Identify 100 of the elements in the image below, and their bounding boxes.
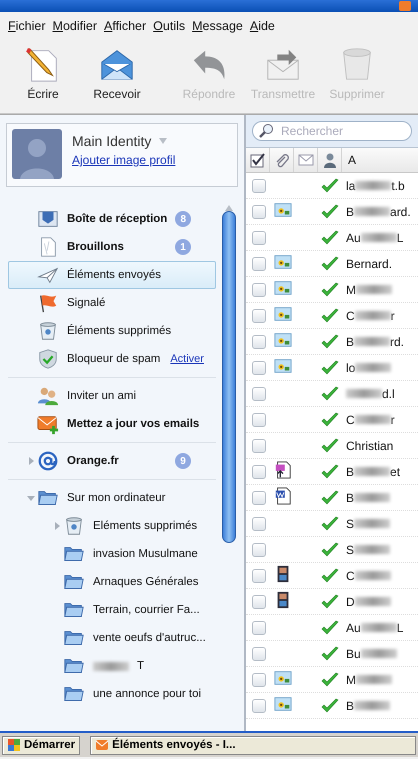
trash-icon — [63, 515, 85, 537]
folder-label: vente oeufs d'autruc... — [93, 632, 206, 644]
row-checkbox[interactable] — [252, 646, 266, 660]
menu-item[interactable]: Outils — [153, 19, 186, 33]
unread-count: 8 — [175, 211, 192, 227]
check-mark-icon — [321, 516, 339, 532]
dropdown-arrow-icon[interactable] — [159, 138, 168, 144]
check-mark-icon — [321, 672, 339, 688]
recipient-text: Bu — [346, 646, 361, 660]
row-checkbox[interactable] — [252, 282, 266, 296]
folder-item[interactable]: Orange.fr 9 — [8, 447, 216, 475]
folder-label: Éléments supprimés — [67, 325, 172, 337]
windows-logo-icon — [7, 738, 21, 752]
check-mark-icon — [321, 620, 339, 636]
row-checkbox[interactable] — [252, 256, 266, 270]
check-mark-icon — [321, 230, 339, 246]
row-checkbox[interactable] — [252, 230, 266, 244]
check-mark-icon — [321, 204, 339, 220]
recipient-text: S — [346, 542, 354, 556]
folder-item[interactable]: Terrain, courrier Fa... — [8, 596, 216, 624]
folder-label: Orange.fr — [67, 455, 119, 467]
collapse-arrow-icon[interactable] — [27, 494, 35, 502]
row-checkbox[interactable] — [252, 308, 266, 322]
envelope-plus-icon — [37, 413, 59, 435]
row-checkbox[interactable] — [252, 672, 266, 686]
taskbar-button[interactable]: Éléments envoyés - I... — [90, 736, 416, 754]
folder-item[interactable]: Arnaques Générales — [8, 568, 216, 596]
folder-item[interactable]: une annonce pour toi — [8, 680, 216, 708]
folder-item[interactable]: Éléments envoyés — [8, 261, 216, 289]
folder-item[interactable]: Mettez a jour vos emails — [8, 410, 216, 438]
person-icon[interactable] — [322, 152, 338, 168]
start-button[interactable]: Démarrer — [2, 736, 80, 754]
folder-item[interactable]: vente oeufs d'autruc... — [8, 624, 216, 652]
menu-item[interactable]: Modifier — [52, 19, 97, 33]
folder-item[interactable]: Bloqueur de spam Activer — [8, 345, 216, 373]
folder-label: Arnaques Générales — [93, 576, 198, 588]
shield-icon — [37, 348, 59, 370]
row-checkbox[interactable] — [252, 464, 266, 478]
folder-item[interactable]: T — [8, 652, 216, 680]
row-checkbox[interactable] — [252, 594, 266, 608]
add-profile-picture-link[interactable]: Ajouter image profil — [72, 153, 176, 167]
recipient-text: L — [396, 620, 404, 634]
row-checkbox[interactable] — [252, 490, 266, 504]
folder-item[interactable]: Eléments supprimés — [8, 512, 216, 540]
check-mark-icon — [321, 542, 339, 558]
folder-label: Sur mon ordinateur — [67, 492, 166, 504]
folder-label: Bloqueur de spam — [67, 353, 160, 365]
recipient-text: B — [346, 204, 354, 218]
row-checkbox[interactable] — [252, 620, 266, 634]
scroll-up-arrow-icon[interactable] — [225, 205, 233, 211]
toolbar-button[interactable]: Écrire — [8, 43, 78, 109]
check-mark-icon — [321, 256, 339, 272]
check-mark-icon — [321, 178, 339, 194]
folder-item[interactable]: Brouillons 1 — [8, 233, 216, 261]
row-checkbox[interactable] — [252, 204, 266, 218]
toolbar-button[interactable]: Recevoir — [82, 43, 152, 109]
at-sign-icon — [37, 450, 59, 472]
expand-arrow-icon[interactable] — [27, 457, 35, 465]
check-mark-icon — [321, 334, 339, 350]
check-mark-icon — [321, 412, 339, 428]
row-checkbox[interactable] — [252, 178, 266, 192]
recipient-text: M — [346, 282, 356, 296]
row-checkbox[interactable] — [252, 542, 266, 556]
row-checkbox[interactable] — [252, 568, 266, 582]
row-checkbox[interactable] — [252, 412, 266, 426]
recipient-text: C — [346, 568, 355, 582]
row-checkbox[interactable] — [252, 334, 266, 348]
check-mark-icon — [321, 308, 339, 324]
folder-item[interactable]: Éléments supprimés — [8, 317, 216, 345]
inbox-icon — [37, 208, 59, 230]
row-checkbox[interactable] — [252, 438, 266, 452]
recipient-text: C — [346, 412, 355, 426]
folder-item[interactable]: invasion Musulmane — [8, 540, 216, 568]
menu-item[interactable]: Message — [192, 19, 243, 33]
folder-item[interactable]: Inviter un ami — [8, 382, 216, 410]
menu-item[interactable]: Aide — [250, 19, 275, 33]
folder-item[interactable]: Sur mon ordinateur — [8, 484, 216, 512]
recipient-text: r — [390, 412, 395, 426]
checkbox-icon[interactable] — [250, 152, 266, 168]
column-header[interactable]: A — [348, 153, 356, 167]
check-mark-icon — [321, 646, 339, 662]
folder-item[interactable]: Signalé — [8, 289, 216, 317]
recipient-text: D — [346, 594, 355, 608]
folder-item[interactable]: Boîte de réception 8 — [8, 205, 216, 233]
trash-icon — [37, 320, 59, 342]
recipient-text: B — [346, 698, 354, 712]
recipient-text: B — [346, 464, 354, 478]
folder-label: invasion Musulmane — [93, 548, 198, 560]
row-checkbox[interactable] — [252, 360, 266, 374]
row-checkbox[interactable] — [252, 516, 266, 530]
search-field[interactable]: Rechercher — [252, 121, 412, 141]
row-checkbox[interactable] — [252, 698, 266, 712]
expand-arrow-icon[interactable] — [53, 522, 61, 530]
recipient-text: B — [346, 490, 354, 504]
menu-item[interactable]: Fichier — [8, 19, 46, 33]
check-mark-icon — [321, 360, 339, 376]
menu-item[interactable]: Afficher — [104, 19, 146, 33]
activate-link[interactable]: Activer — [170, 353, 204, 365]
row-checkbox[interactable] — [252, 386, 266, 400]
identity-name[interactable]: Main Identity — [72, 133, 152, 149]
